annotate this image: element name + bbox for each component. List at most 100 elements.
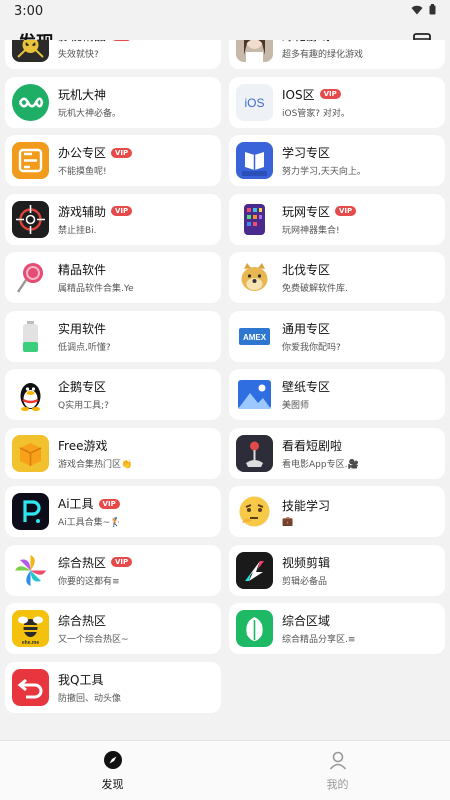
vip-badge: VIP (111, 557, 133, 567)
category-card[interactable]: 看看短剧啦 看电影App专区.🎥 (229, 427, 445, 479)
category-card[interactable]: 玩机大神 玩机大神必备。 (5, 76, 221, 128)
card-subtitle: 禁止挂Bi. (58, 225, 97, 236)
category-card[interactable]: 北伐专区 免费破解软件库. (229, 252, 445, 303)
pinwheel-icon (12, 551, 49, 589)
category-card[interactable]: 玩网专区 VIP 玩网神器集合! (229, 193, 445, 245)
category-card[interactable]: 办公专区 VIP 不能摸鱼呢! (5, 135, 221, 186)
category-card[interactable]: 视频剪辑 剪辑必备品 (229, 544, 445, 596)
category-card[interactable]: 游戏辅助 VIP 禁止挂Bi. (5, 193, 221, 245)
card-text: 通用专区 你爱我你配吗? (282, 320, 341, 353)
card-title: 综合热区 (58, 614, 107, 628)
vip-badge: VIP (335, 206, 357, 216)
card-subtitle: 你要的这都有≡ (58, 576, 120, 587)
card-title-row: 玩网专区 VIP (282, 203, 357, 220)
office-icon (12, 142, 49, 179)
card-title: 办公专区 (58, 146, 107, 160)
card-title: 看看短剧啦 (282, 438, 343, 453)
card-title: 影视精品 (58, 40, 106, 44)
card-text: 玩网专区 VIP 玩网神器集合! (282, 203, 357, 236)
card-title-row: 影视精品 VIP (58, 40, 133, 44)
card-title: 企鹅专区 (58, 380, 107, 394)
category-card[interactable]: 学习专区努力学习,天天向上。 (229, 135, 445, 186)
vip-badge: VIP (111, 147, 133, 158)
card-subtitle: 防撤回、动头像 (58, 693, 122, 704)
card-title-row: 综合热区 VIP (58, 554, 133, 571)
category-card[interactable]: 综合区域 综合精品分享区.≡ (229, 603, 445, 654)
battery-icon (12, 317, 49, 355)
card-title: 游戏辅助 (58, 204, 107, 219)
phone-apps-icon (236, 200, 273, 238)
card-title-row: 壁纸专区 (282, 378, 330, 395)
crosshair-icon (12, 200, 49, 238)
card-title: 玩网专区 (282, 204, 331, 219)
category-card[interactable]: 绿化游戏超多有趣的绿化游戏 (229, 40, 445, 69)
card-title-row: 绿化游戏 (282, 40, 363, 44)
card-subtitle: 玩机大神必备。 (58, 108, 122, 119)
bottom-nav: 发现 我的 (0, 740, 450, 800)
card-title: 视频剪辑 (282, 555, 331, 570)
category-card[interactable]: AMEX 通用专区 你爱我你配吗? (229, 310, 445, 362)
category-card[interactable]: ehe.me 综合热区 又一个综合热区~ (5, 603, 221, 654)
status-icons (411, 3, 436, 19)
card-text: 游戏辅助 VIP 禁止挂Bi. (58, 203, 133, 236)
card-title-row: 看看短剧啦 (282, 437, 359, 454)
category-card[interactable]: 实用软件 低调点,听懂? (5, 310, 221, 362)
wifi-icon (411, 4, 423, 19)
card-title-row: Ai工具 VIP (58, 495, 121, 512)
category-card[interactable]: 综合热区 VIP 你要的这都有≡ (5, 544, 221, 596)
card-title-row: 我Q工具 (58, 671, 121, 688)
card-subtitle: 低调点,听懂? (58, 342, 111, 353)
category-card[interactable]: 技能学习 💼 (229, 486, 445, 537)
card-subtitle: 💼 (282, 516, 294, 527)
card-title-row: 游戏辅助 VIP (58, 203, 133, 220)
category-card[interactable]: 壁纸专区 美图师 (229, 369, 445, 420)
lollipop-icon (12, 259, 49, 296)
category-card[interactable]: 影视精品 VIP 失效就快? (5, 40, 221, 69)
card-title: 精品软件 (58, 263, 107, 277)
card-title-row: 技能学习 (282, 497, 330, 514)
thinking-emoji-icon (236, 493, 273, 530)
card-title: 我Q工具 (58, 672, 104, 687)
card-title: 综合区域 (282, 614, 331, 628)
bee-icon: ehe.me (12, 610, 49, 647)
category-card[interactable]: iOS IOS区 VIP iOS管家? 对对。 (229, 76, 445, 128)
card-title-row: 办公专区 VIP (58, 144, 133, 161)
card-text: 学习专区努力学习,天天向上。 (282, 144, 366, 177)
category-card[interactable]: Free游戏游戏合集热门区👏 (5, 427, 221, 479)
card-subtitle: 游戏合集热门区👏 (58, 459, 133, 470)
card-text: 综合区域 综合精品分享区.≡ (282, 612, 355, 645)
card-text: 看看短剧啦 看电影App专区.🎥 (282, 437, 359, 470)
skull-icon (12, 40, 49, 62)
category-card[interactable]: Ai工具 VIP Ai工具合集~🏌 (5, 486, 221, 537)
nav-item[interactable]: 发现 (0, 741, 225, 800)
card-subtitle: 失效就快? (58, 50, 99, 60)
card-text: 办公专区 VIP 不能摸鱼呢! (58, 144, 133, 177)
card-subtitle: 努力学习,天天向上。 (282, 167, 366, 177)
svg-text:AMEX: AMEX (243, 333, 267, 342)
card-text: 综合热区 又一个综合热区~ (58, 612, 129, 645)
card-title-row: 学习专区 (282, 144, 366, 161)
card-title-row: Free游戏 (58, 437, 132, 454)
vip-badge: VIP (98, 498, 120, 509)
category-card[interactable]: 精品软件 属精品软件合集.Ye (5, 252, 221, 303)
wallpaper-icon (236, 376, 273, 413)
battery-status-icon (429, 3, 436, 19)
nav-label: 我的 (326, 777, 349, 791)
card-text: 技能学习 💼 (282, 497, 330, 527)
ios-icon: iOS (236, 83, 273, 121)
vip-badge: VIP (319, 89, 341, 99)
card-text: 视频剪辑 剪辑必备品 (282, 554, 330, 587)
nav-item[interactable]: 我的 (225, 741, 450, 800)
category-card[interactable]: 我Q工具防撤回、动头像 (5, 661, 221, 713)
card-subtitle: 你爱我你配吗? (282, 342, 341, 353)
card-title: 壁纸专区 (282, 380, 331, 394)
status-bar: 3:00 (0, 0, 450, 22)
penguin-icon (12, 376, 49, 413)
card-subtitle: Ai工具合集~🏌 (58, 518, 122, 528)
card-title-row: 视频剪辑 (282, 554, 330, 571)
card-title: 学习专区 (282, 146, 331, 160)
category-card[interactable]: 企鹅专区 Q实用工具;? (5, 369, 221, 420)
joystick-icon (236, 434, 273, 472)
category-grid: 影视精品 VIP 失效就快? 绿化游戏超多有趣的绿化游戏玩机大神玩机大神必备。 iOS I… (0, 40, 450, 740)
svg-text:ehe.me: ehe.me (22, 640, 39, 646)
